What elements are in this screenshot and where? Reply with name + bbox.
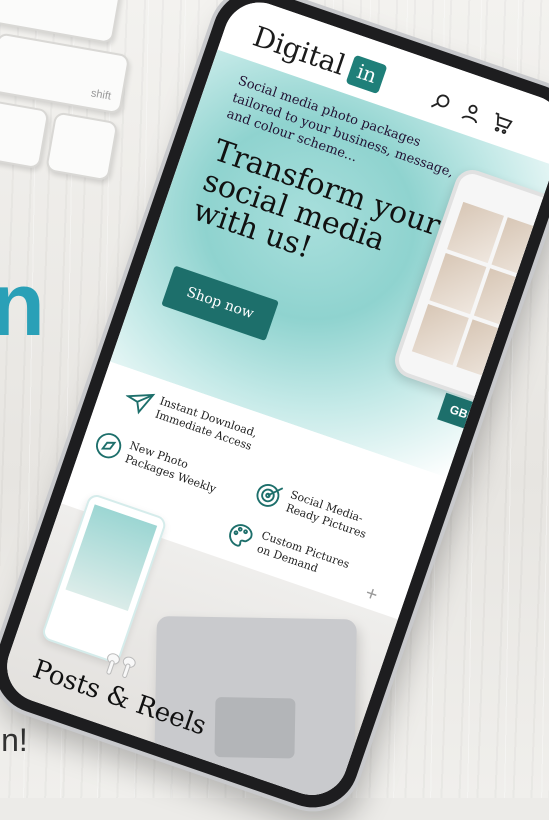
keyboard-key: [0, 99, 50, 170]
palette-icon: [229, 524, 253, 547]
feature-label: Social Media-Ready Pictures: [283, 487, 368, 542]
background-heading-fragment: n: [0, 255, 45, 355]
logo-badge[interactable]: in: [345, 54, 388, 95]
feature-label: New Photo Packages Weekly: [123, 438, 218, 496]
compass-icon: [96, 433, 122, 459]
user-icon[interactable]: [458, 99, 486, 127]
laptop-trackpad: [214, 697, 296, 759]
search-icon[interactable]: [428, 88, 456, 116]
keyboard-key: [45, 111, 119, 182]
shift-key: shift: [0, 32, 131, 115]
target-icon: [256, 484, 284, 507]
post-preview-card[interactable]: [40, 492, 168, 665]
cart-icon[interactable]: [488, 109, 516, 137]
post-preview-image: [65, 504, 158, 611]
background-text-fragment: in!: [0, 722, 28, 758]
shop-now-button[interactable]: Shop now: [161, 265, 279, 341]
shift-key-label: shift: [89, 87, 112, 103]
paper-plane-icon: [125, 393, 156, 415]
